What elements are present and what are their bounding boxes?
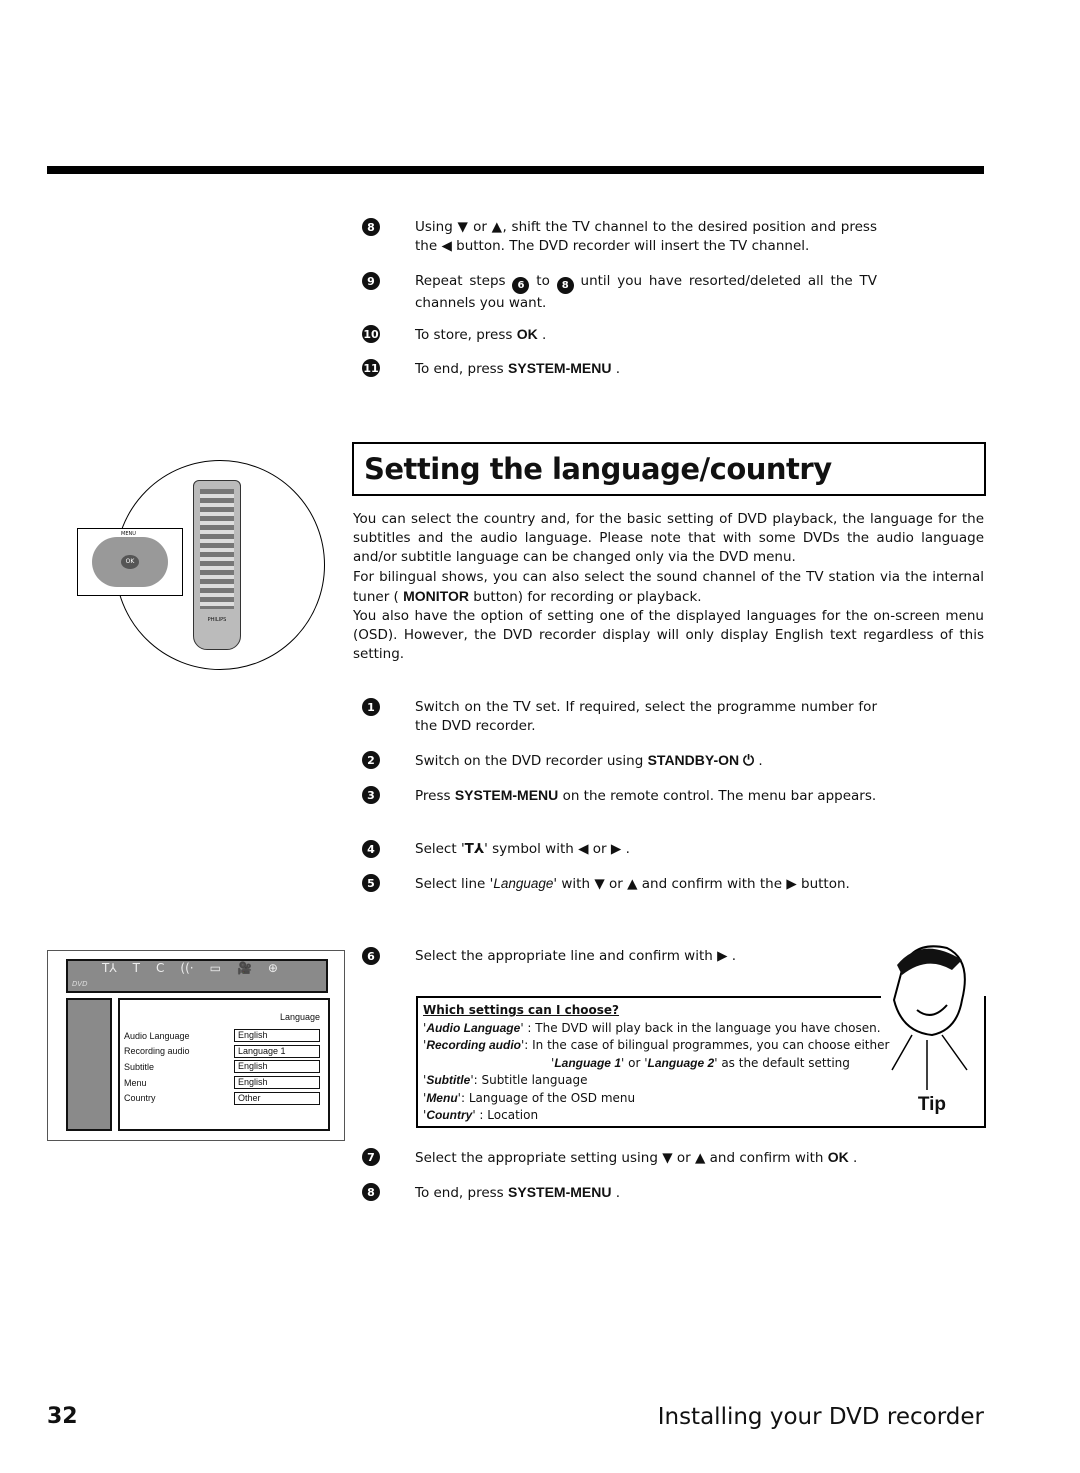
osd-menu-screenshot: T⅄ T C ((· ▭ 🎥 ⊕ DVD Language Audio Language En… xyxy=(47,950,345,1141)
step-2: 2 Switch on the DVD recorder using STANDB… xyxy=(362,751,877,771)
step-8-top: 8 Using ▼ or ▲, shift the TV channel to … xyxy=(362,218,877,256)
osd-panel: Language Audio Language English Recording … xyxy=(118,998,330,1131)
remote-detail: OK MENU xyxy=(77,528,183,596)
osd-row: Subtitle English xyxy=(124,1059,320,1075)
top-rule xyxy=(47,166,984,174)
step-10: 10 To store, press OK . xyxy=(362,325,547,343)
osd-row: Menu English xyxy=(124,1075,320,1091)
step-number: 9 xyxy=(362,272,380,290)
step-6: 6 Select the appropriate line and confirm… xyxy=(362,947,877,966)
osd-row: Recording audio Language 1 xyxy=(124,1044,320,1060)
osd-menu-icon: ▭ xyxy=(209,961,221,975)
osd-row-label: Menu xyxy=(124,1077,147,1088)
step-1: 1 Switch on the TV set. If required, sele… xyxy=(362,698,877,736)
remote-body: PHILIPS xyxy=(193,480,241,650)
osd-row: Audio Language English xyxy=(124,1028,320,1044)
osd-row-label: Recording audio xyxy=(124,1046,190,1057)
osd-menu-icon: ⊕ xyxy=(267,961,278,975)
step-text: Using ▼ or ▲, shift the TV channel to th… xyxy=(415,219,877,254)
step-4: 4 Select 'T⅄' symbol with ◀ or ▶ . xyxy=(362,840,877,859)
footer-title: Installing your DVD recorder xyxy=(657,1404,984,1430)
osd-row-value: English xyxy=(234,1029,320,1043)
osd-row-label: Country xyxy=(124,1093,156,1104)
osd-menu-icon: T⅄ xyxy=(102,961,117,975)
section-title: Setting the language/country xyxy=(352,442,986,496)
osd-menu-bar: T⅄ T C ((· ▭ 🎥 ⊕ DVD xyxy=(66,959,328,993)
page-number: 32 xyxy=(47,1404,78,1429)
step-number: 8 xyxy=(362,218,380,236)
osd-menu-icon: 🎥 xyxy=(236,961,252,975)
step-5: 5 Select line 'Language' with ▼ or ▲ and … xyxy=(362,874,877,894)
osd-row-value: Language 1 xyxy=(234,1044,320,1058)
osd-menu-icon: C xyxy=(156,961,165,975)
osd-row-label: Subtitle xyxy=(124,1061,155,1072)
osd-row-label: Audio Language xyxy=(124,1030,190,1041)
osd-side-bar xyxy=(66,998,112,1131)
step-7: 7 Select the appropriate setting using ▼ … xyxy=(362,1148,877,1168)
osd-menu-icon: T xyxy=(132,961,141,975)
osd-row-value: English xyxy=(234,1076,320,1090)
step-11: 11 To end, press SYSTEM-MENU . xyxy=(362,359,621,377)
osd-row-value: English xyxy=(234,1060,320,1074)
step-3: 3 Press SYSTEM-MENU on the remote control… xyxy=(362,786,877,806)
tip-item: 'Country' : Location xyxy=(423,1108,539,1122)
osd-row: Country Other xyxy=(124,1090,320,1106)
osd-row-value: Other xyxy=(234,1091,320,1105)
intro-text: You can select the country and, for the … xyxy=(353,511,984,663)
osd-menu-icon: ((· xyxy=(180,961,194,975)
tip-mascot-illustration xyxy=(891,945,968,1090)
step-8: 8 To end, press SYSTEM-MENU . xyxy=(362,1183,877,1203)
step-9: 9 Repeat steps 6 to 8 until you have res… xyxy=(362,272,877,313)
